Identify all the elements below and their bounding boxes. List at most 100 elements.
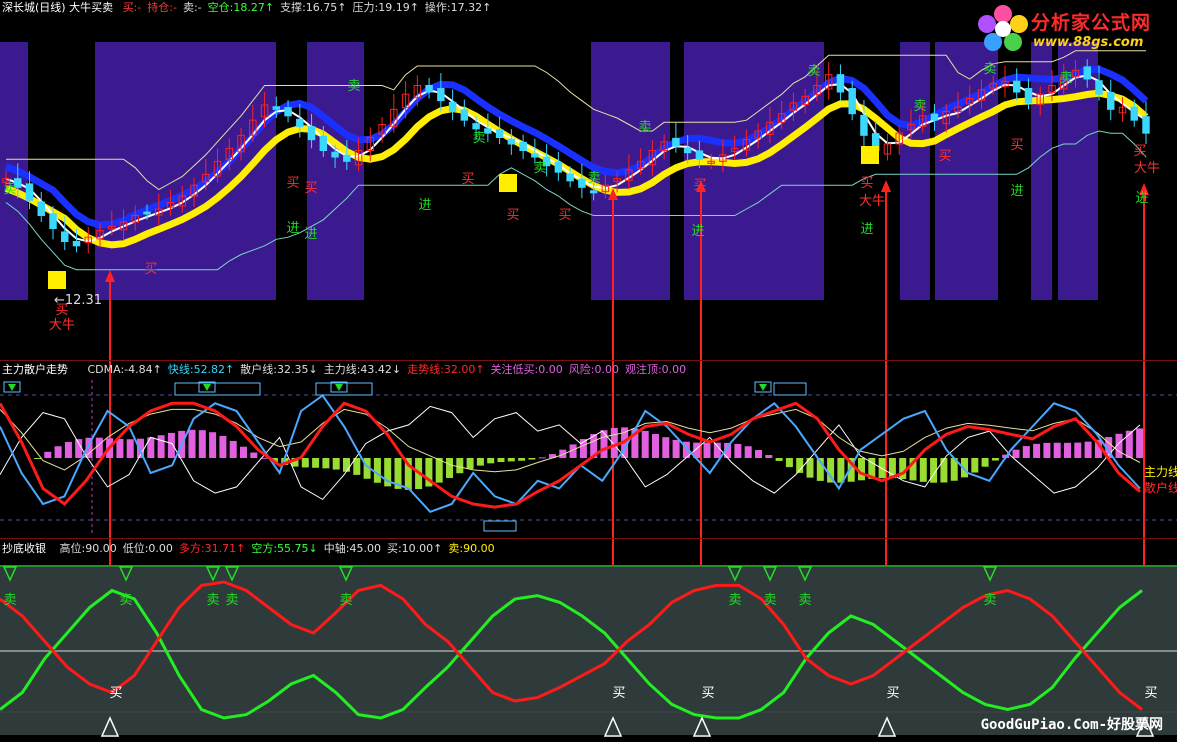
- p2-hist-bar-98: [1043, 442, 1051, 458]
- p2-hist-bar-13: [167, 432, 175, 458]
- p2-hist-bar-49: [538, 457, 546, 459]
- p2-hist-bar-97: [1033, 443, 1041, 458]
- main-header: 深长城(日线) 大牛买卖 买:- 持仓:- 卖:- 空仓:18.27↑ 支撑:16.75…: [2, 1, 503, 15]
- p3-buy-label-3: 买: [886, 686, 899, 701]
- p2-hist-bar-68: [734, 443, 742, 458]
- candle-body-44: [519, 141, 527, 151]
- p2-box-2: [773, 382, 807, 396]
- price-annotation-18: 买: [693, 178, 706, 193]
- p2-hist-bar-93: [991, 458, 999, 461]
- p3-sell-label-0: 卖: [3, 593, 16, 608]
- candle-body-41: [484, 128, 492, 134]
- price-annotation-6: 买: [286, 176, 299, 191]
- header-item-6: 操作:17.32↑: [424, 1, 492, 14]
- candle-body-79: [930, 113, 939, 121]
- p2-hist-bar-0: [34, 458, 41, 459]
- price-annotation-27: 进: [1010, 184, 1023, 199]
- p2-hist-bar-73: [785, 458, 793, 468]
- p3-buy-label-0: 买: [109, 686, 122, 701]
- yellow-marker-1: [499, 174, 517, 192]
- p2-hist-bar-62: [672, 439, 680, 458]
- p2-box-3: [483, 520, 517, 532]
- p3-buy-label-1: 买: [612, 686, 625, 701]
- price-annotation-24: 买: [938, 149, 951, 164]
- candle-body-36: [425, 85, 433, 93]
- price-annotation-3: 买: [144, 262, 157, 277]
- candle-body-29: [343, 154, 351, 162]
- band-4: [684, 42, 824, 300]
- p2-hist-bar-21: [250, 452, 258, 458]
- candle-body-3: [37, 201, 45, 216]
- p2-hist-bar-101: [1074, 442, 1082, 458]
- p2-down-arrow-icon-1: [203, 384, 211, 391]
- header-item-5: 压力:19.19↑: [352, 1, 419, 14]
- p2-hist-bar-40: [446, 458, 453, 478]
- candle-body-28: [331, 151, 339, 158]
- yellow-marker-2: [861, 146, 879, 164]
- header-item-1: 持仓:-: [147, 1, 177, 14]
- p3-sell-label-6: 卖: [763, 593, 776, 608]
- p2-hist-bar-4: [75, 439, 83, 458]
- price-annotation-20: 买: [860, 176, 873, 191]
- price-annotation-21: 大牛: [859, 194, 885, 209]
- panel2-title: 主力散户走势: [2, 363, 68, 376]
- p2-hist-bar-80: [858, 458, 865, 481]
- logo-url: www.88gs.com: [1033, 35, 1144, 50]
- p2-hist-bar-16: [198, 430, 206, 458]
- p2-hist-bar-39: [435, 458, 443, 483]
- panel3-item-1: 低位:0.00: [122, 542, 173, 555]
- p2-hist-bar-2: [54, 446, 62, 458]
- header-item-4: 支撑:16.75↑: [280, 1, 347, 14]
- p2-hist-bar-102: [1084, 441, 1092, 458]
- p3-sell-label-5: 卖: [728, 593, 741, 608]
- candle-body-39: [460, 109, 469, 121]
- candle-body-57: [672, 137, 680, 147]
- p2-hist-bar-20: [240, 446, 247, 458]
- p2-hist-bar-30: [343, 458, 350, 472]
- price-annotation-26: 买: [1010, 138, 1023, 153]
- p3-sell-label-8: 卖: [983, 593, 996, 608]
- candle-body-97: [1142, 116, 1150, 134]
- p3-buy-label-2: 买: [701, 686, 714, 701]
- p2-hist-bar-33: [373, 458, 381, 483]
- flower-logo-icon: [978, 5, 1028, 51]
- price-annotation-5: 进: [304, 227, 317, 242]
- candle-body-24: [284, 107, 292, 117]
- candle-body-26: [307, 126, 316, 141]
- p3-sell-label-2: 卖: [206, 593, 219, 608]
- panel2-item-1: 快线:52.82↑: [167, 363, 235, 376]
- candle-body-49: [578, 178, 586, 188]
- price-annotation-31: 进: [1135, 191, 1148, 206]
- p2-hist-bar-43: [476, 458, 484, 466]
- purple-bands: [0, 42, 1098, 300]
- price-annotation-10: 卖: [472, 131, 485, 146]
- p2-hist-bar-48: [528, 458, 536, 460]
- price-annotation-0: 卖: [3, 182, 16, 197]
- candle-body-43: [507, 138, 516, 145]
- header-values: 买:- 持仓:- 卖:- 空仓:18.27↑ 支撑:16.75↑ 压力:19.19↑ 操作:…: [123, 1, 498, 14]
- panel3-item-4: 中轴:45.00: [323, 542, 381, 555]
- panel2-item-2: 散户线:32.35↓: [240, 363, 318, 376]
- candle-body-47: [554, 161, 563, 173]
- candle-body-6: [72, 241, 81, 247]
- candle-body-86: [1012, 80, 1021, 93]
- p3-sell-label-3: 卖: [225, 593, 238, 608]
- price-annotation-19: 卖: [807, 64, 820, 79]
- price-annotation-23: 卖: [913, 99, 926, 114]
- p2-hist-bar-47: [518, 458, 526, 461]
- buy-arrow-head-3: [881, 180, 891, 192]
- candle-body-12: [143, 211, 151, 215]
- p2-hist-bar-28: [322, 458, 330, 469]
- band-5: [900, 42, 930, 300]
- price-annotation-7: 买: [304, 181, 317, 196]
- p2-box-0: [174, 382, 261, 396]
- header-item-2: 卖:-: [182, 1, 202, 14]
- band-6: [935, 42, 998, 300]
- p2-hist-bar-91: [971, 458, 979, 473]
- candle-body-5: [61, 231, 69, 242]
- p2-hist-bar-15: [188, 429, 196, 458]
- p2-right-label-1: 散户线: [1144, 480, 1177, 495]
- p2-box-1: [315, 382, 373, 396]
- price-annotation-8: 卖: [347, 79, 360, 94]
- candle-body-45: [531, 153, 539, 158]
